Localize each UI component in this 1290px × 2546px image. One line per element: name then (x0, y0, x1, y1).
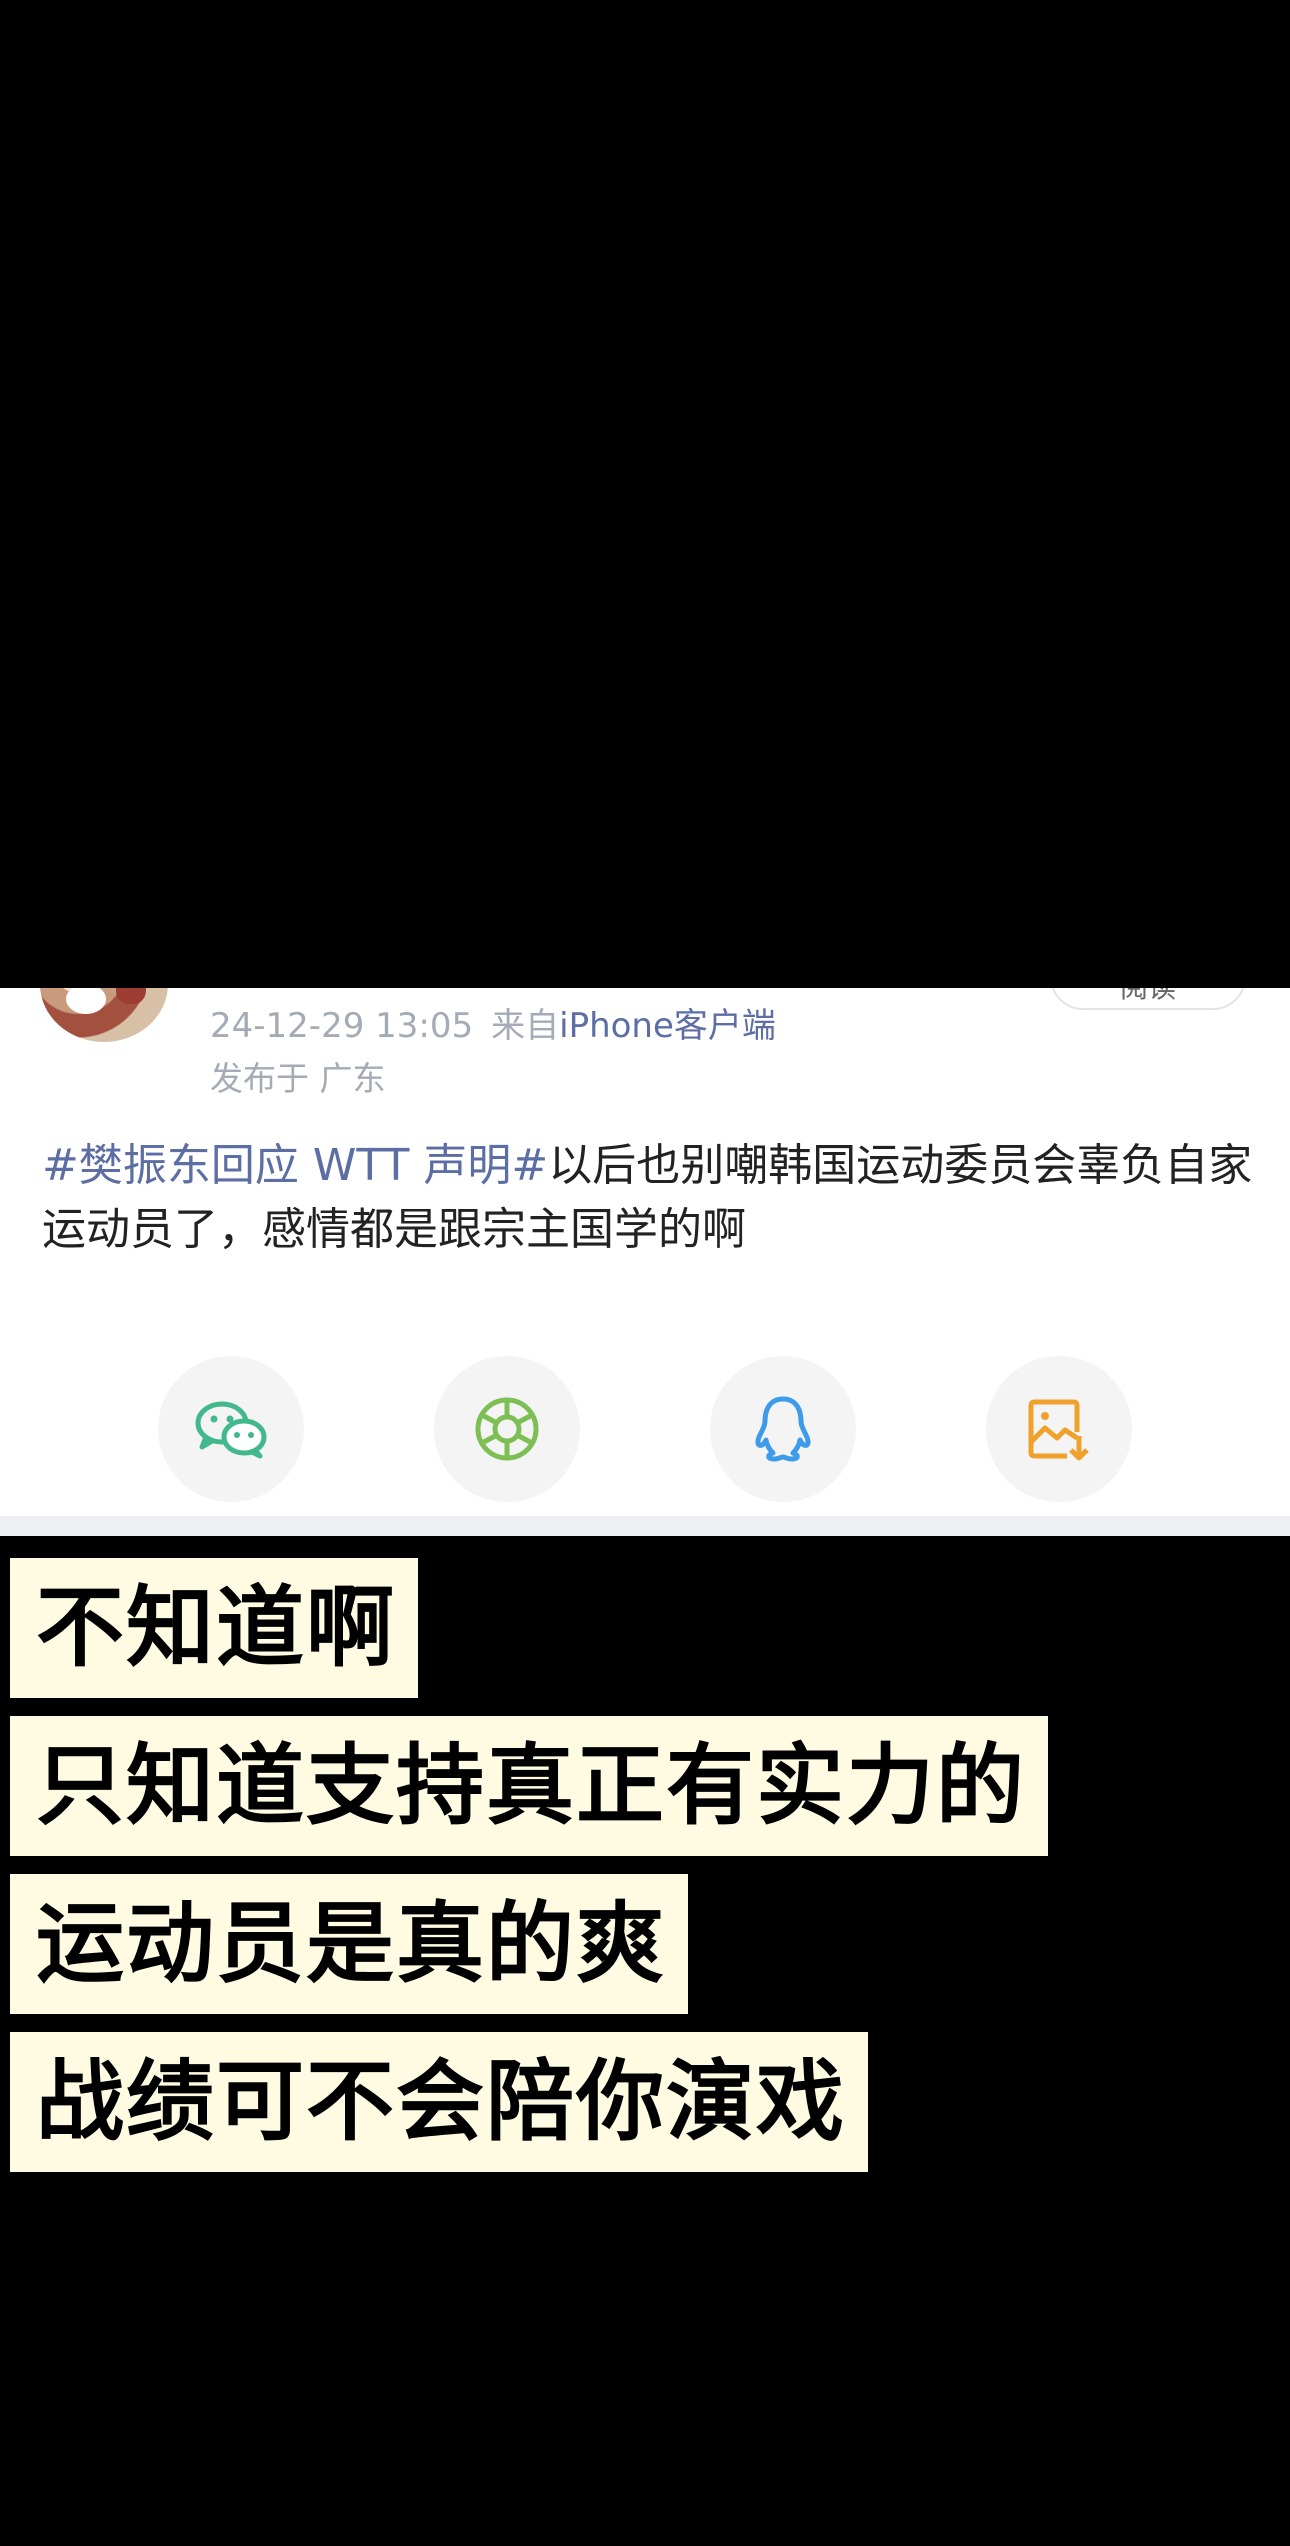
wechat-icon (195, 1401, 267, 1459)
avatar-figure (116, 988, 146, 1004)
save-image-button[interactable] (986, 1356, 1132, 1502)
weibo-post-card: 阅读 24-12-29 13:05 来自iPhone客户端 发布于 广东 #樊振东… (0, 988, 1290, 1536)
share-moments-button[interactable] (434, 1356, 580, 1502)
caption-line-1: 不知道啊 (10, 1558, 419, 1698)
share-wechat-button[interactable] (158, 1356, 304, 1502)
save-image-icon (1028, 1399, 1089, 1461)
read-count-button[interactable]: 阅读 (1050, 988, 1246, 1010)
card-divider (0, 1516, 1290, 1536)
post-source-prefix: 来自 (491, 1006, 560, 1046)
post-body: #樊振东回应 WTT 声明#以后也别嘲韩国运动委员会辜负自家运动员了，感情都是跟… (42, 1134, 1262, 1262)
caption-line-2: 只知道支持真正有实力的 (10, 1716, 1049, 1856)
post-location: 发布于 广东 (210, 1059, 386, 1098)
user-avatar[interactable] (40, 988, 168, 1042)
caption-line-3: 运动员是真的爽 (10, 1874, 689, 2014)
post-source-client[interactable]: iPhone客户端 (559, 1006, 776, 1046)
avatar-dog-face (66, 988, 106, 1014)
share-qq-button[interactable] (710, 1356, 856, 1502)
post-timestamp: 24-12-29 13:05 (210, 1006, 474, 1046)
qq-icon (755, 1396, 811, 1462)
post-meta: 24-12-29 13:05 来自iPhone客户端 (210, 998, 776, 1047)
caption-line-4: 战绩可不会陪你演戏 (10, 2032, 869, 2172)
share-bar (0, 1356, 1290, 1506)
topic-hashtag-link[interactable]: #樊振东回应 WTT 声明# (42, 1140, 548, 1191)
moments-icon (475, 1397, 539, 1461)
read-button-label: 阅读 (1120, 988, 1176, 1004)
